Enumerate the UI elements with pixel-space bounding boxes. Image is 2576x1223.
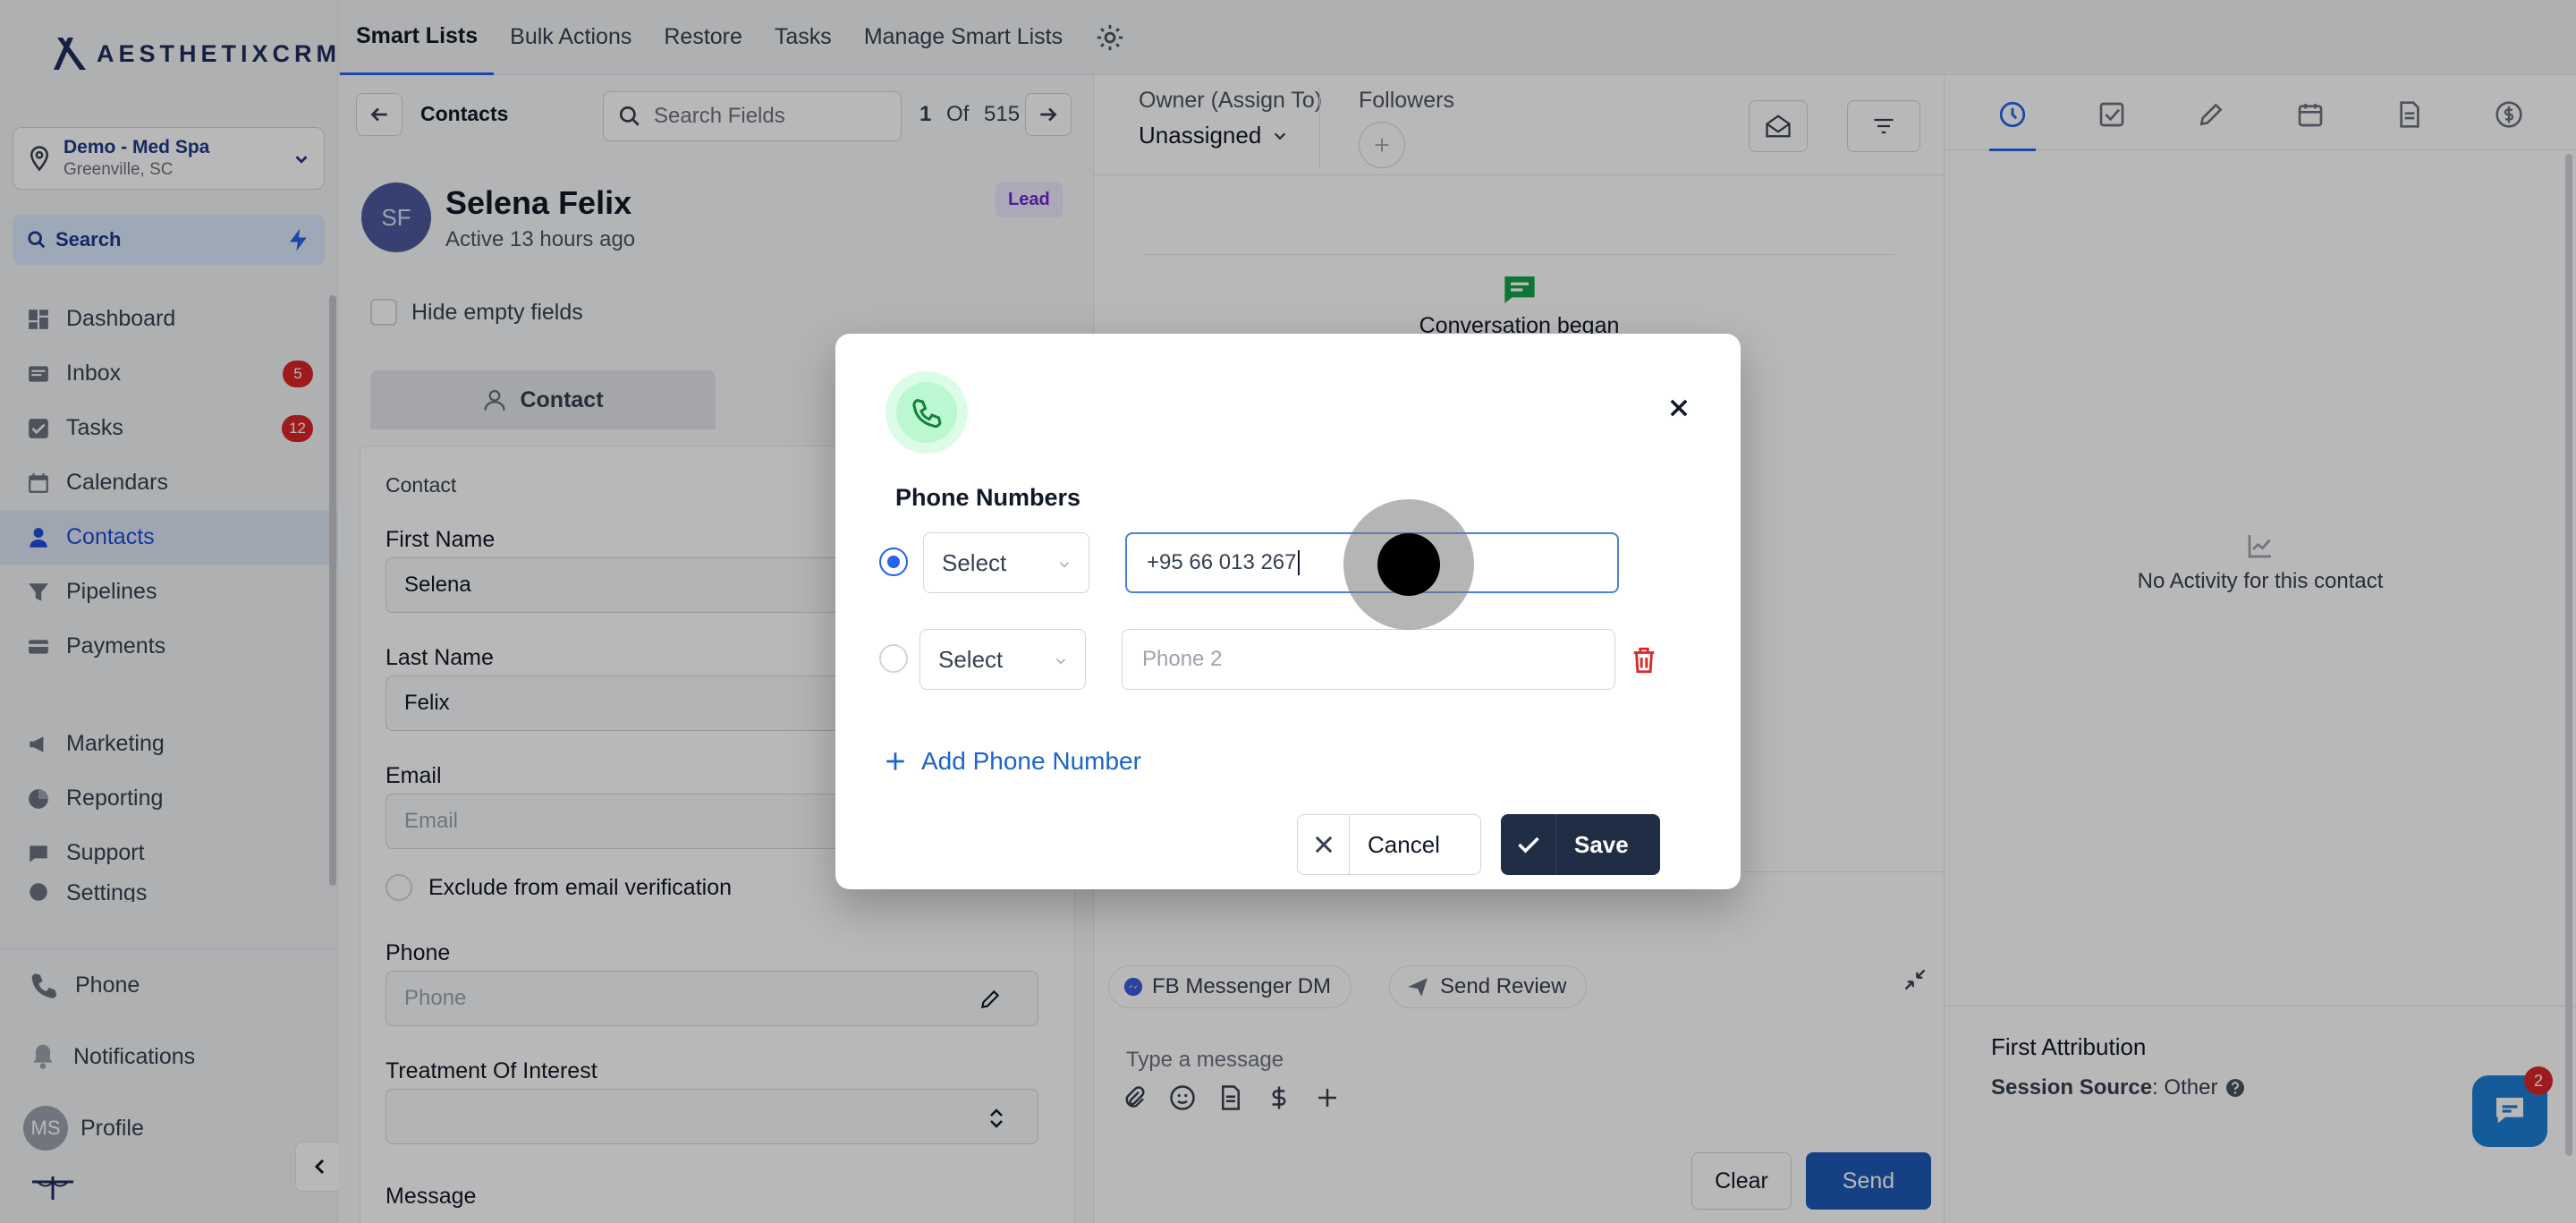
save-button[interactable]: Save	[1501, 814, 1660, 875]
phone-value-1: +95 66 013 267	[1147, 550, 1297, 574]
close-icon	[1315, 836, 1332, 854]
chevron-down-icon	[1055, 658, 1066, 665]
primary-phone-radio-2[interactable]	[879, 644, 908, 673]
primary-phone-radio-1[interactable]	[879, 548, 908, 576]
add-phone-label: Add Phone Number	[921, 747, 1141, 775]
phone-input-2[interactable]: Phone 2	[1122, 629, 1615, 690]
add-phone-number-button[interactable]: Add Phone Number	[884, 747, 1141, 776]
cancel-label: Cancel	[1368, 830, 1440, 858]
phone-type-select-2[interactable]: Select	[919, 629, 1086, 690]
text-caret	[1297, 550, 1300, 575]
phone-icon	[912, 398, 942, 429]
phone-numbers-modal: Phone Numbers Select +95 66 013 267 Sele…	[835, 334, 1741, 889]
cancel-icon-wrap	[1298, 815, 1350, 874]
save-icon-wrap	[1501, 814, 1556, 875]
modal-icon-inner	[896, 382, 957, 443]
chevron-down-icon	[1059, 562, 1070, 568]
trash-icon	[1633, 647, 1655, 674]
phone-type-select-1[interactable]: Select	[923, 532, 1089, 593]
close-icon	[1670, 399, 1688, 417]
phone-type-value: Select	[942, 548, 1007, 576]
phone-placeholder-2: Phone 2	[1142, 647, 1223, 671]
close-modal-button[interactable]	[1658, 387, 1699, 429]
delete-phone-button[interactable]	[1626, 641, 1662, 680]
checkmark-icon	[1517, 837, 1539, 854]
modal-title: Phone Numbers	[895, 484, 1081, 511]
save-label: Save	[1574, 830, 1629, 858]
click-indicator-dot	[1377, 533, 1440, 596]
plus-icon	[886, 752, 904, 770]
cancel-button[interactable]: Cancel	[1297, 814, 1481, 875]
phone-type-value: Select	[938, 645, 1004, 673]
modal-icon	[886, 371, 968, 454]
